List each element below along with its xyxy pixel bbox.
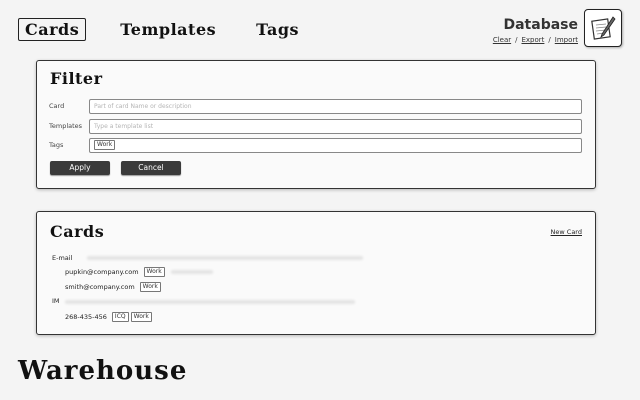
database-title: Database bbox=[503, 17, 578, 33]
entry-value: smith@company.com bbox=[65, 283, 135, 291]
tag-chip[interactable]: Work bbox=[143, 267, 165, 277]
templates-input-box[interactable] bbox=[89, 118, 582, 134]
list-item[interactable]: 268-435-456 ICQ Work bbox=[65, 312, 152, 322]
cards-panel: Cards New Card E-mail pupkin@company.com… bbox=[36, 211, 596, 335]
main-nav: Cards Templates Tags bbox=[18, 18, 333, 41]
export-link[interactable]: Export bbox=[521, 36, 544, 44]
link-separator: / bbox=[548, 36, 551, 44]
tab-tags[interactable]: Tags bbox=[250, 19, 305, 40]
card-label: Card bbox=[49, 102, 65, 110]
tab-templates[interactable]: Templates bbox=[114, 19, 222, 40]
tags-label: Tags bbox=[49, 141, 64, 149]
tags-input[interactable]: Work bbox=[89, 137, 582, 153]
link-separator: / bbox=[515, 36, 518, 44]
tag-chip[interactable]: Work bbox=[130, 312, 152, 322]
category-label: E-mail bbox=[52, 254, 73, 262]
filter-title: Filter bbox=[50, 69, 103, 88]
blurred-description bbox=[87, 256, 363, 260]
tag-chip[interactable]: ICQ bbox=[111, 312, 129, 322]
filter-panel: Filter Card Templates Tags Work Apply Ca… bbox=[36, 60, 596, 189]
templates-filter-row: Templates bbox=[49, 118, 582, 134]
templates-input[interactable] bbox=[94, 122, 577, 130]
database-section: Database Clear / Export / Import bbox=[493, 17, 578, 44]
brand-title: Warehouse bbox=[18, 356, 188, 386]
tag-chip[interactable]: Work bbox=[139, 282, 161, 292]
cancel-button[interactable]: Cancel bbox=[121, 161, 181, 175]
clear-link[interactable]: Clear bbox=[493, 36, 511, 44]
apply-button[interactable]: Apply bbox=[50, 161, 110, 175]
card-input-box[interactable] bbox=[89, 98, 582, 114]
templates-label: Templates bbox=[49, 122, 83, 130]
import-link[interactable]: Import bbox=[555, 36, 578, 44]
tab-cards[interactable]: Cards bbox=[18, 18, 87, 41]
blurred-description bbox=[65, 300, 355, 304]
blurred-description bbox=[170, 270, 213, 274]
entry-value: 268-435-456 bbox=[65, 313, 107, 321]
tag-chip[interactable]: Work bbox=[94, 140, 116, 150]
card-filter-row: Card bbox=[49, 98, 582, 114]
list-item[interactable]: pupkin@company.com Work bbox=[65, 267, 213, 277]
entry-value: pupkin@company.com bbox=[65, 268, 139, 276]
list-item[interactable]: smith@company.com Work bbox=[65, 282, 161, 292]
new-card-link[interactable]: New Card bbox=[551, 228, 582, 236]
cards-title: Cards bbox=[50, 222, 105, 241]
card-input[interactable] bbox=[94, 102, 577, 110]
category-label: IM bbox=[52, 297, 60, 305]
database-links: Clear / Export / Import bbox=[493, 36, 578, 44]
notebook-pencil-icon[interactable] bbox=[584, 9, 622, 47]
tags-filter-row: Tags Work bbox=[49, 137, 582, 153]
